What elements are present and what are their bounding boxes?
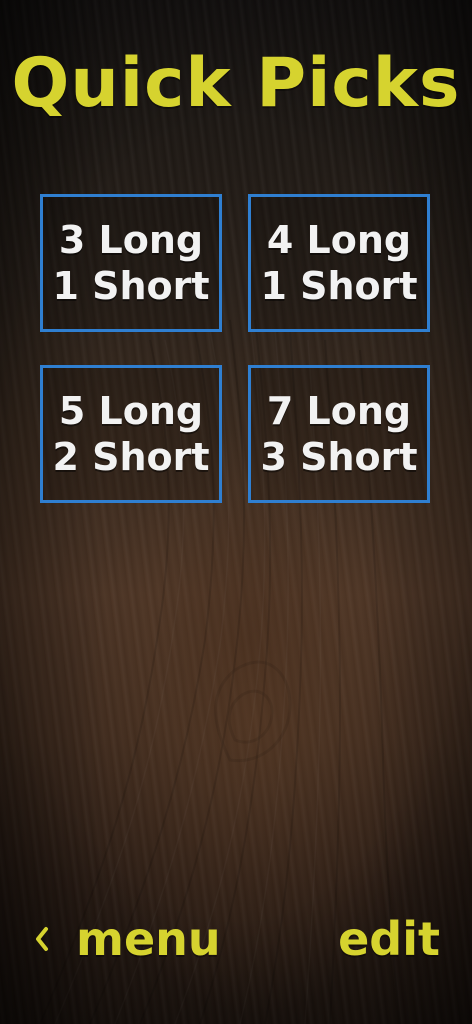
quick-pick-4[interactable]: 7 Long 3 Short [248,365,430,503]
quick-pick-4-label: 7 Long 3 Short [260,388,417,480]
quick-pick-4-line-1: 7 Long [266,389,412,433]
quick-pick-2-line-1: 4 Long [266,218,412,262]
page-title: Quick Picks [11,44,461,123]
quick-pick-2[interactable]: 4 Long 1 Short [248,194,430,332]
quick-pick-1[interactable]: 3 Long 1 Short [40,194,222,332]
back-to-menu-label: menu [76,912,221,966]
quick-pick-1-line-2: 1 Short [52,264,210,308]
quick-pick-2-label: 4 Long 1 Short [260,217,417,309]
quick-pick-1-label: 3 Long 1 Short [52,217,209,309]
quick-pick-3-line-1: 5 Long [58,389,204,433]
quick-picks-grid: 3 Long 1 Short 4 Long 1 Short 5 Long 2 S… [40,194,432,504]
edit-label: edit [338,912,440,966]
quick-pick-3-label: 5 Long 2 Short [52,388,209,480]
chevron-left-icon [32,910,50,964]
wood-background [0,0,472,1024]
edit-button[interactable]: edit [338,912,440,966]
quick-pick-3-line-2: 2 Short [52,435,210,479]
quick-pick-2-line-2: 1 Short [260,264,418,308]
quick-pick-3[interactable]: 5 Long 2 Short [40,365,222,503]
quick-pick-1-line-1: 3 Long [58,218,204,262]
back-to-menu-button[interactable]: menu [32,912,221,966]
quick-pick-4-line-2: 3 Short [260,435,418,479]
